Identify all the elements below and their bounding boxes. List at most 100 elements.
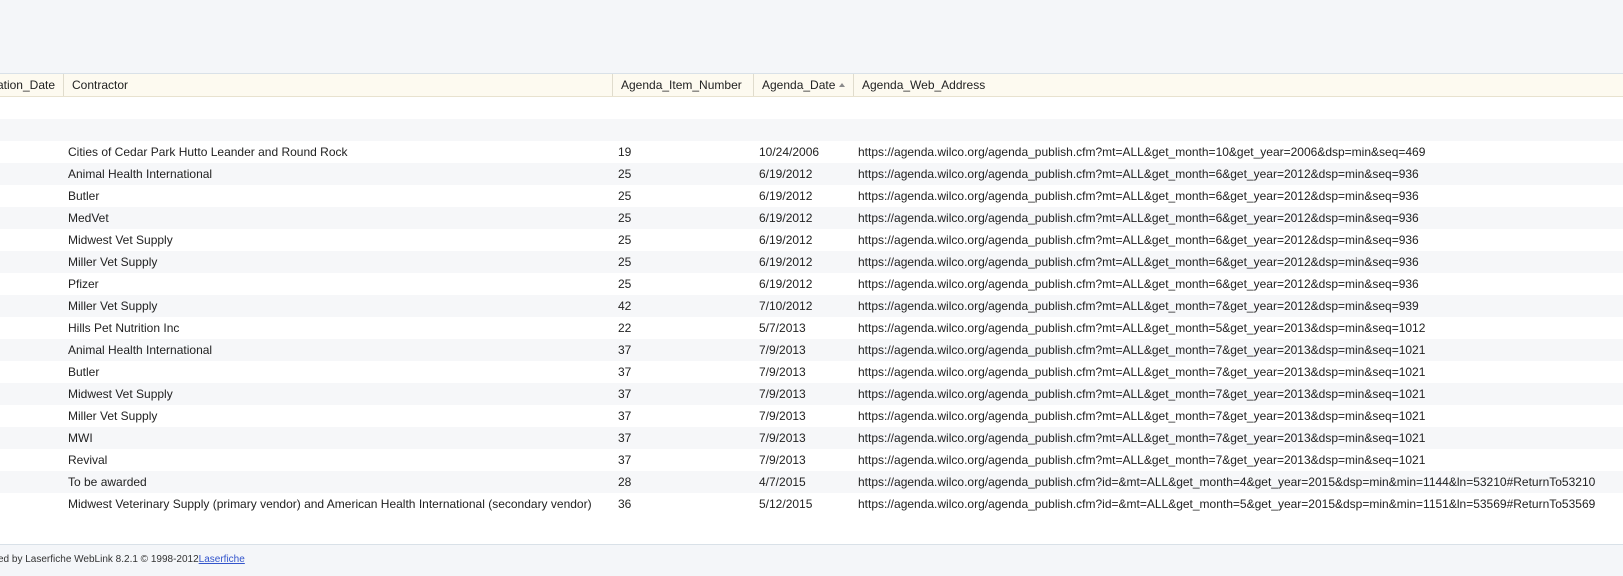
cell-agenda-web-address: https://agenda.wilco.org/agenda_publish.… <box>858 255 1419 269</box>
cell-contractor: Midwest Veterinary Supply (primary vendo… <box>68 497 592 511</box>
table-row[interactable]: Midwest Veterinary Supply (primary vendo… <box>0 493 1623 515</box>
grid-header: ation_Date Contractor Agenda_Item_Number… <box>0 74 1623 97</box>
cell-agenda-item-number: 25 <box>618 233 632 247</box>
column-header-agenda-item-number[interactable]: Agenda_Item_Number <box>613 74 754 96</box>
cell-agenda-web-address: https://agenda.wilco.org/agenda_publish.… <box>858 211 1419 225</box>
cell-contractor: Hills Pet Nutrition Inc <box>68 321 180 335</box>
column-header-agenda-web-address[interactable]: Agenda_Web_Address <box>854 74 1623 96</box>
cell-contractor <box>68 97 613 119</box>
cell-contractor: Animal Health International <box>68 343 213 357</box>
table-row[interactable]: Butler 37 7/9/2013 https://agenda.wilco.… <box>0 361 1623 383</box>
cell-agenda-web-address: https://agenda.wilco.org/agenda_publish.… <box>858 233 1419 247</box>
cell-agenda-web-address: https://agenda.wilco.org/agenda_publish.… <box>858 431 1426 445</box>
cell-agenda-item-number: 25 <box>618 211 632 225</box>
cell-agenda-item-number <box>618 97 748 119</box>
table-row[interactable]: Hills Pet Nutrition Inc 22 5/7/2013 http… <box>0 317 1623 339</box>
table-row[interactable]: Animal Health International 37 7/9/2013 … <box>0 339 1623 361</box>
cell-agenda-date: 7/9/2013 <box>759 343 806 357</box>
grid-rows: Cities of Cedar Park Hutto Leander and R… <box>0 97 1623 515</box>
cell-contractor: Midwest Vet Supply <box>68 233 173 247</box>
footer: ed by Laserfiche WebLink 8.2.1 © 1998-20… <box>0 552 400 568</box>
cell-contractor: Miller Vet Supply <box>68 255 158 269</box>
column-header-contractor[interactable]: Contractor <box>64 74 613 96</box>
column-header-contractor-label: Contractor <box>72 78 129 92</box>
cell-agenda-date: 7/9/2013 <box>759 431 806 445</box>
cell-agenda-date: 7/10/2012 <box>759 299 813 313</box>
cell-agenda-item-number <box>618 119 748 141</box>
cell-agenda-date: 6/19/2012 <box>759 189 813 203</box>
table-row[interactable]: Cities of Cedar Park Hutto Leander and R… <box>0 141 1623 163</box>
table-row[interactable]: Butler 25 6/19/2012 https://agenda.wilco… <box>0 185 1623 207</box>
cell-agenda-web-address: https://agenda.wilco.org/agenda_publish.… <box>858 189 1419 203</box>
cell-agenda-date: 6/19/2012 <box>759 211 813 225</box>
table-row[interactable]: Miller Vet Supply 37 7/9/2013 https://ag… <box>0 405 1623 427</box>
cell-agenda-web-address: https://agenda.wilco.org/agenda_publish.… <box>858 343 1426 357</box>
table-row[interactable]: To be awarded 28 4/7/2015 https://agenda… <box>0 471 1623 493</box>
cell-agenda-web-address: https://agenda.wilco.org/agenda_publish.… <box>858 145 1426 159</box>
cell-agenda-date: 5/12/2015 <box>759 497 813 511</box>
cell-agenda-item-number: 37 <box>618 453 632 467</box>
cell-contractor <box>68 119 613 141</box>
cell-agenda-item-number: 37 <box>618 387 632 401</box>
cell-contractor: Midwest Vet Supply <box>68 387 173 401</box>
column-header-agenda-item-number-label: Agenda_Item_Number <box>621 78 742 92</box>
table-row[interactable]: MedVet 25 6/19/2012 https://agenda.wilco… <box>0 207 1623 229</box>
column-header-agenda-date[interactable]: Agenda_Date <box>754 74 854 96</box>
cell-agenda-item-number: 36 <box>618 497 632 511</box>
cell-agenda-date: 6/19/2012 <box>759 255 813 269</box>
cell-agenda-item-number: 25 <box>618 167 632 181</box>
cell-contractor: Butler <box>68 189 100 203</box>
table-row[interactable] <box>0 97 1623 119</box>
laserfiche-link[interactable]: Laserfiche <box>199 554 245 565</box>
cell-agenda-item-number: 37 <box>618 409 632 423</box>
cell-contractor: MedVet <box>68 211 109 225</box>
cell-contractor: Miller Vet Supply <box>68 299 158 313</box>
cell-agenda-date: 6/19/2012 <box>759 233 813 247</box>
cell-agenda-item-number: 37 <box>618 431 632 445</box>
cell-agenda-date: 6/19/2012 <box>759 277 813 291</box>
cell-agenda-date: 5/7/2013 <box>759 321 806 335</box>
column-header-agenda-web-address-label: Agenda_Web_Address <box>862 78 986 92</box>
cell-agenda-item-number: 42 <box>618 299 632 313</box>
table-row[interactable]: Animal Health International 25 6/19/2012… <box>0 163 1623 185</box>
cell-agenda-web-address: https://agenda.wilco.org/agenda_publish.… <box>858 167 1419 181</box>
cell-agenda-web-address: https://agenda.wilco.org/agenda_publish.… <box>858 497 1596 511</box>
cell-agenda-web-address: https://agenda.wilco.org/agenda_publish.… <box>858 387 1426 401</box>
cell-agenda-item-number: 19 <box>618 145 632 159</box>
cell-agenda-item-number: 22 <box>618 321 632 335</box>
cell-agenda-item-number: 37 <box>618 365 632 379</box>
table-row[interactable]: Pfizer 25 6/19/2012 https://agenda.wilco… <box>0 273 1623 295</box>
cell-agenda-web-address: https://agenda.wilco.org/agenda_publish.… <box>858 321 1426 335</box>
cell-agenda-web-address <box>858 119 1623 141</box>
column-header-date-label: ation_Date <box>0 78 55 92</box>
cell-agenda-date: 7/9/2013 <box>759 387 806 401</box>
cell-contractor: Cities of Cedar Park Hutto Leander and R… <box>68 145 348 159</box>
cell-agenda-date <box>759 97 853 119</box>
table-row[interactable]: Midwest Vet Supply 37 7/9/2013 https://a… <box>0 383 1623 405</box>
cell-agenda-item-number: 25 <box>618 255 632 269</box>
cell-agenda-web-address: https://agenda.wilco.org/agenda_publish.… <box>858 453 1426 467</box>
column-header-date[interactable]: ation_Date <box>0 74 64 96</box>
table-row[interactable]: Miller Vet Supply 25 6/19/2012 https://a… <box>0 251 1623 273</box>
cell-agenda-date: 6/19/2012 <box>759 167 813 181</box>
cell-agenda-date: 7/9/2013 <box>759 365 806 379</box>
cell-contractor: Pfizer <box>68 277 99 291</box>
cell-agenda-date <box>759 119 853 141</box>
table-row[interactable]: Midwest Vet Supply 25 6/19/2012 https://… <box>0 229 1623 251</box>
cell-agenda-web-address: https://agenda.wilco.org/agenda_publish.… <box>858 277 1419 291</box>
cell-agenda-date: 7/9/2013 <box>759 409 806 423</box>
cell-contractor: Animal Health International <box>68 167 213 181</box>
cell-agenda-item-number: 37 <box>618 343 632 357</box>
cell-contractor: Revival <box>68 453 108 467</box>
table-row[interactable]: Miller Vet Supply 42 7/10/2012 https://a… <box>0 295 1623 317</box>
cell-agenda-date: 7/9/2013 <box>759 453 806 467</box>
table-row[interactable] <box>0 119 1623 141</box>
column-header-agenda-date-label: Agenda_Date <box>762 78 836 92</box>
cell-agenda-web-address <box>858 97 1623 119</box>
top-band <box>0 0 1623 74</box>
table-row[interactable]: Revival 37 7/9/2013 https://agenda.wilco… <box>0 449 1623 471</box>
results-grid: ation_Date Contractor Agenda_Item_Number… <box>0 74 1623 545</box>
cell-contractor: Miller Vet Supply <box>68 409 158 423</box>
cell-agenda-date: 10/24/2006 <box>759 145 820 159</box>
table-row[interactable]: MWI 37 7/9/2013 https://agenda.wilco.org… <box>0 427 1623 449</box>
